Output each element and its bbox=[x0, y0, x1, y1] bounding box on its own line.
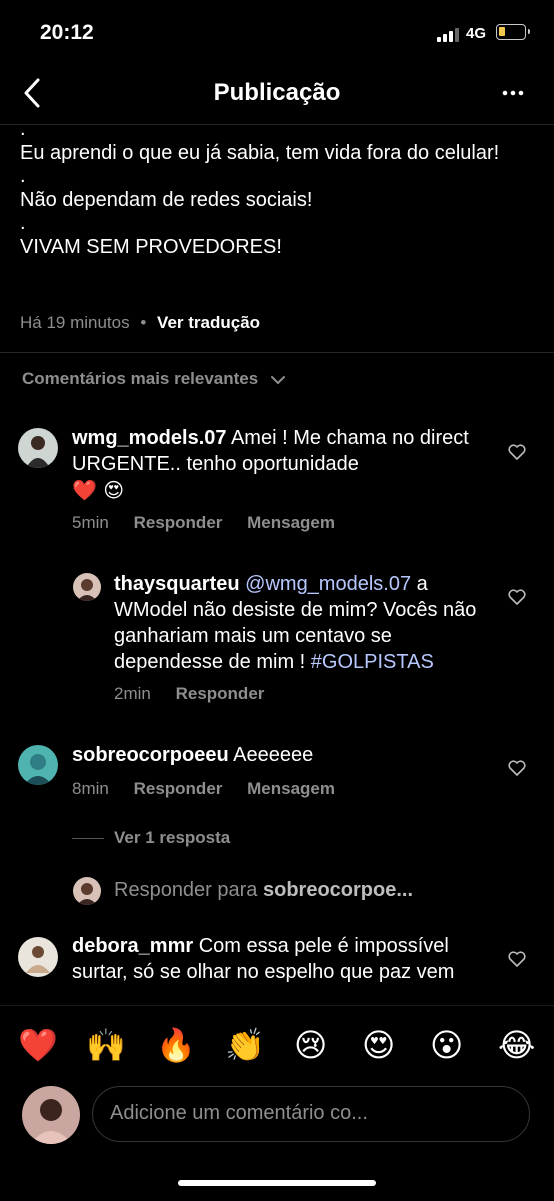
current-user-avatar bbox=[22, 1086, 80, 1144]
post-time: Há 19 minutos bbox=[20, 313, 130, 332]
battery-icon bbox=[496, 24, 530, 40]
reply-to-prompt[interactable]: Responder para sobreocorpoe... bbox=[114, 879, 413, 902]
reply-button[interactable]: Responder bbox=[134, 513, 223, 532]
comment-username[interactable]: debora_mmr bbox=[72, 935, 193, 957]
emoji-heart-button[interactable]: ❤️ bbox=[18, 1026, 58, 1064]
like-heart-icon[interactable] bbox=[508, 760, 526, 776]
comment-age: 8min bbox=[72, 779, 109, 798]
comment-age: 2min bbox=[114, 684, 151, 703]
comment-actions: 2min Responder bbox=[114, 684, 284, 704]
emoji-crying-button[interactable]: 😢 bbox=[294, 1026, 327, 1064]
avatar[interactable] bbox=[18, 937, 58, 977]
caption-line: . bbox=[20, 118, 26, 140]
meta-separator: • bbox=[140, 313, 147, 332]
post-meta: Há 19 minutos • Ver tradução bbox=[20, 313, 260, 333]
network-type: 4G bbox=[466, 25, 487, 42]
like-heart-icon[interactable] bbox=[508, 444, 526, 460]
reply-button[interactable]: Responder bbox=[134, 779, 223, 798]
status-time: 20:12 bbox=[40, 21, 94, 44]
comment-input[interactable]: Adicione um comentário co... bbox=[92, 1086, 530, 1142]
post-caption: . Eu aprendi o que eu já sabia, tem vida… bbox=[20, 118, 530, 261]
comment-username[interactable]: wmg_models.07 bbox=[72, 427, 227, 449]
avatar bbox=[73, 877, 101, 905]
comment-emoji: ❤️ 😍 bbox=[72, 478, 125, 502]
divider bbox=[72, 838, 104, 840]
message-button[interactable]: Mensagem bbox=[247, 513, 335, 532]
comment-composer: ❤️ 🙌 🔥 👏 😢 😍 😮 😂 Adicione um comentário … bbox=[0, 1005, 554, 1201]
emoji-raised-hands-button[interactable]: 🙌 bbox=[86, 1026, 126, 1064]
emoji-heart-eyes-button[interactable]: 😍 bbox=[362, 1026, 395, 1064]
avatar[interactable] bbox=[73, 573, 101, 601]
comment-age: 5min bbox=[72, 513, 109, 532]
translate-link[interactable]: Ver tradução bbox=[157, 313, 260, 332]
comment-username[interactable]: sobreocorpoeeu bbox=[72, 744, 229, 766]
comments-filter-label: Comentários mais relevantes bbox=[22, 369, 259, 388]
comment: wmg_models.07 Amei ! Me chama no direct … bbox=[72, 425, 482, 504]
comment: debora_mmr Com essa pele é impossível su… bbox=[72, 933, 482, 1005]
caption-line: Não dependam de redes sociais! bbox=[20, 189, 313, 211]
signal-icon bbox=[437, 26, 459, 42]
emoji-laughing-button[interactable]: 😂 bbox=[498, 1026, 535, 1064]
caption-line: . bbox=[20, 212, 26, 234]
reply-to-label: Responder para bbox=[114, 879, 258, 901]
caption-line: VIVAM SEM PROVEDORES! bbox=[20, 236, 282, 258]
comment-actions: 8min Responder Mensagem bbox=[72, 779, 355, 799]
comment-actions: 5min Responder Mensagem bbox=[72, 513, 355, 533]
comment-username[interactable]: thaysquarteu bbox=[114, 573, 240, 595]
top-nav: Publicação bbox=[0, 62, 554, 125]
message-button[interactable]: Mensagem bbox=[247, 779, 335, 798]
comment-reply: thaysquarteu @wmg_models.07 a WModel não… bbox=[114, 571, 484, 675]
avatar[interactable] bbox=[18, 745, 58, 785]
like-heart-icon[interactable] bbox=[508, 589, 526, 605]
avatar[interactable] bbox=[18, 428, 58, 468]
emoji-bar: ❤️ 🙌 🔥 👏 😢 😍 😮 😂 bbox=[0, 1026, 554, 1066]
reply-to-user: sobreocorpoe... bbox=[263, 879, 414, 901]
comment-input-placeholder: Adicione um comentário co... bbox=[110, 1102, 368, 1124]
reply-button[interactable]: Responder bbox=[176, 684, 265, 703]
emoji-fire-button[interactable]: 🔥 bbox=[156, 1026, 196, 1064]
caption-line: . bbox=[20, 165, 26, 187]
comments-filter[interactable]: Comentários mais relevantes bbox=[22, 369, 285, 389]
chevron-down-icon bbox=[270, 375, 285, 384]
like-heart-icon[interactable] bbox=[508, 951, 526, 967]
mention-link[interactable]: @wmg_models.07 bbox=[245, 573, 411, 595]
emoji-surprised-button[interactable]: 😮 bbox=[430, 1026, 463, 1064]
page-title: Publicação bbox=[213, 79, 341, 106]
hashtag-link[interactable]: #GOLPISTAS bbox=[311, 651, 434, 673]
divider bbox=[0, 352, 554, 353]
view-replies-label: Ver 1 resposta bbox=[114, 828, 231, 847]
comment-body: Aeeeeee bbox=[233, 744, 314, 766]
comment: sobreocorpoeeu Aeeeeee bbox=[72, 742, 482, 768]
caption-line: Eu aprendi o que eu já sabia, tem vida f… bbox=[20, 142, 500, 164]
status-bar: 20:12 4G bbox=[0, 0, 554, 62]
more-options-icon[interactable] bbox=[502, 86, 524, 100]
view-replies-button[interactable]: Ver 1 resposta bbox=[72, 828, 230, 848]
home-indicator bbox=[178, 1180, 376, 1186]
emoji-clap-button[interactable]: 👏 bbox=[225, 1026, 265, 1064]
